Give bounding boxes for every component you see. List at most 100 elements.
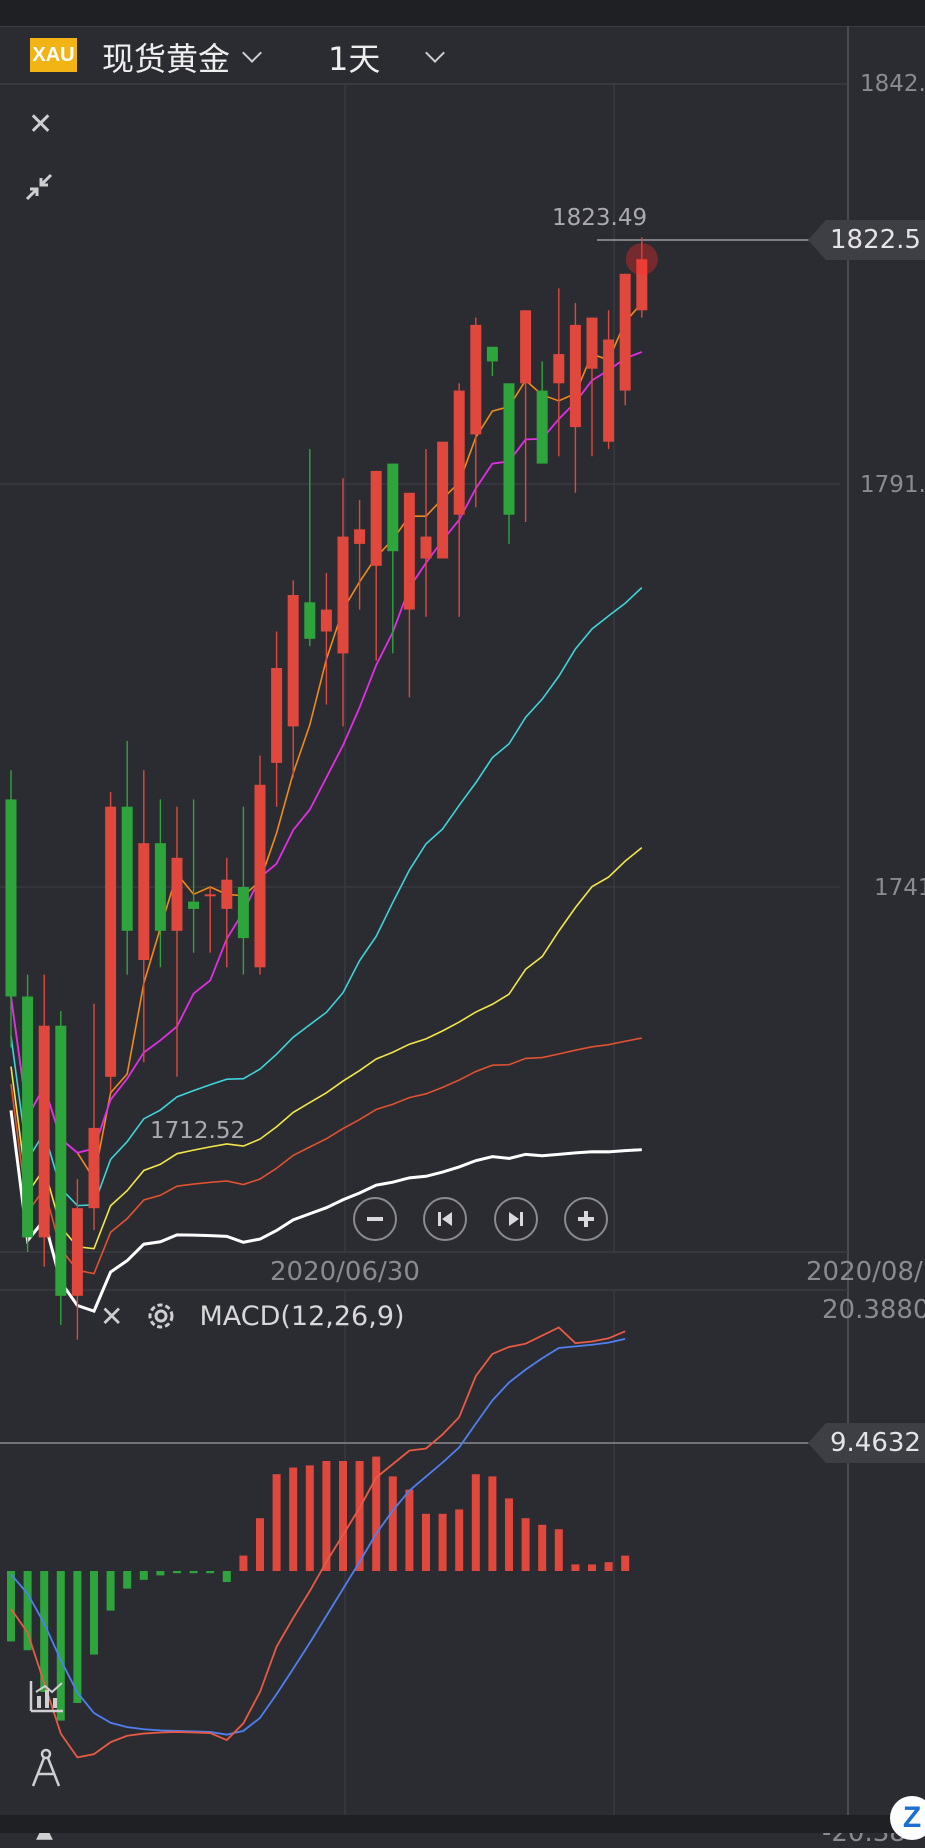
candle-body xyxy=(271,668,283,763)
drawing-compass-icon[interactable] xyxy=(28,1748,64,1788)
candle-body xyxy=(586,317,598,369)
candle-body xyxy=(387,463,399,552)
candle-body xyxy=(204,894,216,897)
macd-histogram-bar xyxy=(272,1474,281,1571)
jump-start-button[interactable] xyxy=(423,1197,467,1241)
candle-body xyxy=(520,310,532,384)
candle-body xyxy=(320,609,332,632)
macd-histogram-bar xyxy=(588,1564,596,1571)
candle-body xyxy=(619,273,631,391)
macd-histogram-bar xyxy=(206,1571,215,1574)
candle-body xyxy=(138,843,150,960)
candle-body xyxy=(503,383,515,515)
jump-end-button[interactable] xyxy=(494,1197,538,1241)
candle-body xyxy=(105,806,117,1077)
price-axis-label-1: 1842. xyxy=(860,71,925,97)
macd-histogram-bar xyxy=(571,1564,580,1571)
price-axis-label-2: 1791. xyxy=(860,472,925,498)
candle-body xyxy=(287,595,299,727)
macd-value-tag: 9.4632 xyxy=(808,1423,925,1463)
zoom-out-button[interactable] xyxy=(353,1197,397,1241)
low-annotation: 1712.52 xyxy=(150,1118,246,1144)
time-axis-label-2: 2020/08/ xyxy=(806,1257,923,1287)
macd-histogram-bar xyxy=(189,1571,198,1574)
macd-close-icon[interactable]: ✕ xyxy=(100,1300,123,1333)
candle-body xyxy=(437,441,449,559)
macd-histogram-bar xyxy=(139,1571,148,1580)
bottom-bar xyxy=(0,1815,925,1833)
macd-histogram-bar xyxy=(372,1456,381,1571)
candle-body xyxy=(603,339,615,442)
candle-body xyxy=(337,536,349,654)
macd-histogram-bar xyxy=(505,1498,513,1571)
macd-histogram-bar xyxy=(222,1571,231,1582)
candle-body xyxy=(22,996,34,1238)
zoom-in-button[interactable] xyxy=(564,1197,608,1241)
candle-body xyxy=(38,1025,50,1238)
candle-body xyxy=(486,346,498,362)
macd-histogram-bar xyxy=(322,1461,331,1571)
macd-histogram-bar xyxy=(90,1571,98,1655)
indicator-icon[interactable] xyxy=(28,1678,66,1714)
price-axis-label-3: 1741 xyxy=(874,875,925,901)
macd-label: MACD(12,26,9) xyxy=(199,1300,405,1332)
macd-histogram-bar xyxy=(289,1467,298,1571)
candle-body xyxy=(171,857,183,931)
macd-histogram-bar xyxy=(123,1571,132,1589)
candle-body xyxy=(188,901,200,909)
last-price-glow xyxy=(625,243,658,276)
skip-back-icon xyxy=(438,1212,452,1226)
candle-body xyxy=(88,1127,100,1209)
candle-body xyxy=(237,887,249,939)
high-annotation: 1823.49 xyxy=(552,205,648,231)
macd-histogram-bar xyxy=(256,1518,264,1571)
candle-body xyxy=(553,354,565,384)
candle-body xyxy=(121,806,133,931)
macd-histogram-bar xyxy=(438,1513,447,1571)
candle-body xyxy=(254,784,266,968)
macd-histogram-bar xyxy=(604,1562,613,1571)
macd-histogram-bar xyxy=(538,1524,547,1571)
gear-icon[interactable] xyxy=(143,1298,179,1334)
skip-forward-icon xyxy=(509,1212,523,1226)
candle-body xyxy=(536,390,548,464)
macd-histogram-bar xyxy=(73,1571,82,1703)
candle-body xyxy=(71,1208,83,1296)
macd-histogram-bar xyxy=(388,1476,397,1571)
macd-histogram-bar xyxy=(455,1509,464,1571)
macd-axis-top-label: 20.3880 xyxy=(822,1295,925,1325)
macd-indicator-header: ✕ MACD(12,26,9) xyxy=(100,1296,405,1336)
candle-body xyxy=(403,492,415,610)
macd-histogram-bar xyxy=(355,1461,364,1571)
candle-body xyxy=(304,602,316,639)
candle-body xyxy=(420,536,432,559)
plus-icon xyxy=(578,1211,594,1227)
price-chart[interactable] xyxy=(0,0,925,1833)
candle-body xyxy=(354,529,366,544)
macd-histogram-bar xyxy=(488,1476,497,1571)
macd-dif-line xyxy=(10,1326,626,1759)
macd-histogram-bar xyxy=(106,1571,115,1611)
macd-histogram-bar xyxy=(405,1489,414,1571)
candle-body xyxy=(154,843,166,931)
macd-histogram-bar xyxy=(173,1571,181,1574)
macd-histogram-bar xyxy=(554,1529,563,1571)
macd-histogram-bar xyxy=(305,1465,314,1571)
macd-dea-line xyxy=(10,1337,626,1736)
candle-body xyxy=(370,470,382,566)
candle-body xyxy=(221,879,233,909)
candle-body xyxy=(5,799,17,997)
macd-histogram-bar xyxy=(7,1571,15,1642)
macd-histogram-bar xyxy=(239,1555,248,1571)
time-axis-label-1: 2020/06/30 xyxy=(270,1257,420,1287)
macd-histogram-bar xyxy=(422,1513,430,1571)
candle-body xyxy=(470,324,482,435)
current-price-tag: 1822.5 xyxy=(808,220,925,260)
minus-icon xyxy=(367,1217,383,1221)
macd-histogram-bar xyxy=(471,1474,480,1571)
macd-histogram-bar xyxy=(339,1461,347,1571)
candle-body xyxy=(55,1025,67,1296)
macd-histogram-bar xyxy=(521,1518,530,1571)
macd-histogram-bar xyxy=(621,1555,630,1571)
macd-histogram-bar xyxy=(156,1571,165,1576)
